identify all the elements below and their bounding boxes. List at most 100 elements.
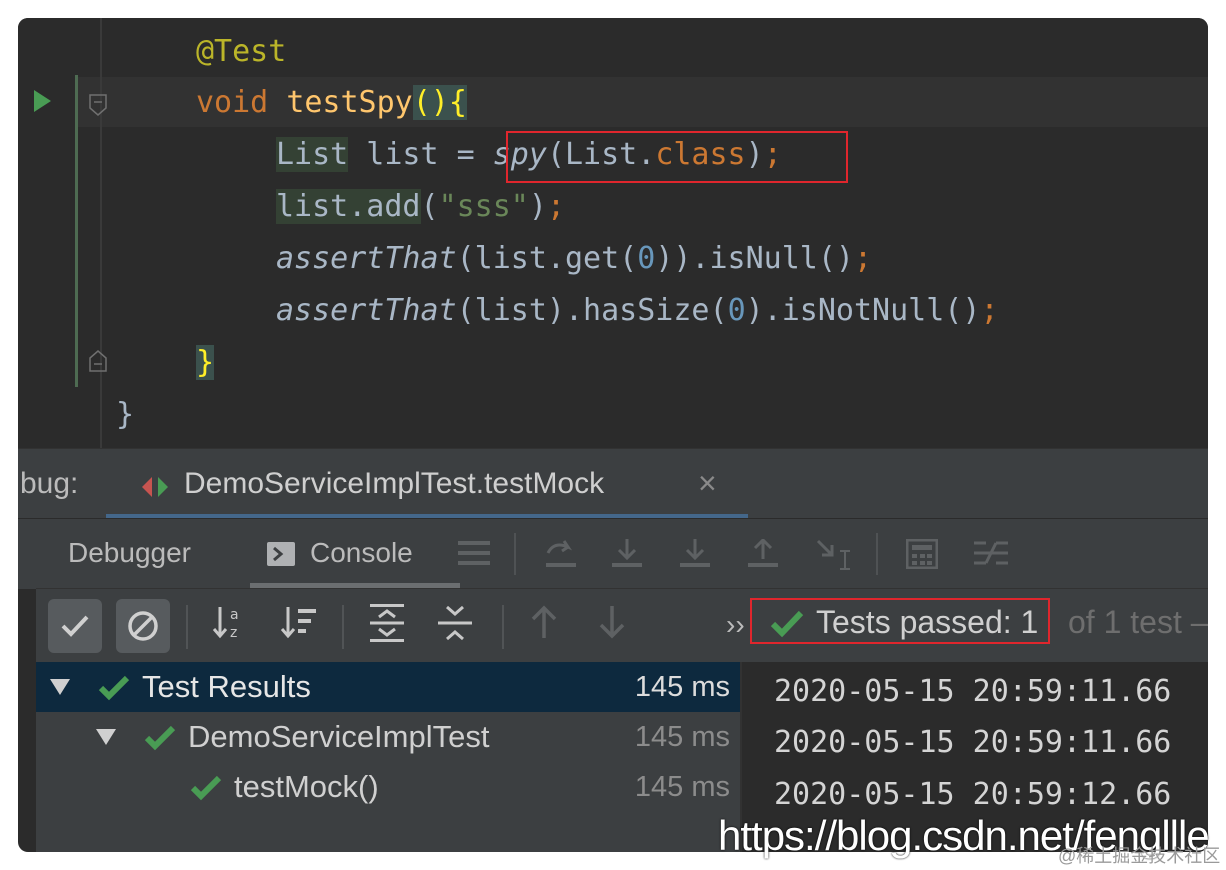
annotation-text: @Test [196, 34, 287, 69]
tab-debugger[interactable]: Debugger [68, 537, 191, 569]
code-editor[interactable]: @Test void testSpy(){ List list = spy(Li… [18, 18, 1208, 448]
var-decl: list = [348, 137, 493, 172]
expand-arrow-icon[interactable] [96, 729, 116, 745]
toolbar-separator [342, 605, 344, 649]
assert-arg: (list).hasSize( [456, 293, 728, 328]
close-tab-icon[interactable]: × [698, 465, 717, 502]
spy-call: spy [492, 137, 547, 172]
assert-arg: (list.get( [456, 241, 638, 276]
force-step-into-icon[interactable] [680, 539, 710, 574]
add-call: list.add [276, 189, 421, 224]
step-over-icon[interactable] [544, 539, 578, 574]
paren-close: ) [528, 189, 547, 224]
method-name: testSpy [286, 85, 413, 120]
tests-passed-check-icon [770, 609, 804, 644]
code-line-assert-null[interactable]: assertThat(list.get(0)).isNull(); [276, 233, 872, 285]
trace-current-stream-icon[interactable] [974, 539, 1008, 572]
code-line-close-class[interactable]: } [116, 389, 134, 441]
semicolon: ; [546, 189, 565, 224]
semicolon: ; [763, 137, 782, 172]
watermark-community: @稀土掘金技术社区 [1058, 846, 1221, 866]
show-passed-toggle[interactable] [48, 599, 102, 653]
spy-close: ) [745, 137, 764, 172]
tests-count-status: of 1 test – [1068, 604, 1208, 640]
spy-arg: (List. [546, 137, 656, 172]
code-line-spy[interactable]: List list = spy(List.class); [276, 129, 782, 181]
log-line: 2020-05-15 20:59:11.66 [774, 725, 1172, 760]
semicolon: ; [854, 241, 873, 276]
step-out-icon[interactable] [748, 537, 778, 574]
log-line: 2020-05-15 20:59:12.66 [774, 777, 1172, 812]
expand-all-icon[interactable] [370, 603, 404, 648]
tab-console[interactable]: Console [310, 537, 413, 569]
code-line-close-method[interactable]: } [196, 337, 215, 389]
debug-label: bug: [20, 467, 79, 500]
ide-window: @Test void testSpy(){ List list = spy(Li… [18, 18, 1208, 852]
expand-arrow-icon[interactable] [50, 679, 70, 695]
tree-row-method[interactable]: testMock() 145 ms [36, 762, 740, 812]
debugger-subtabs-bar: Debugger Console [18, 518, 1208, 589]
run-test-icon[interactable] [34, 90, 51, 112]
number-literal: 0 [727, 293, 746, 328]
duration: 145 ms [634, 671, 730, 703]
ignored-icon [128, 611, 158, 641]
toolbar-separator [502, 605, 504, 649]
duration: 145 ms [634, 721, 730, 753]
run-to-cursor-icon[interactable] [816, 539, 852, 576]
gutter-change-marker [75, 75, 78, 387]
assert-chain: )).isNull() [655, 241, 854, 276]
check-icon [61, 615, 89, 637]
sort-by-duration-icon[interactable] [280, 605, 318, 644]
method-parens: () [412, 85, 449, 120]
debug-toolwindow-header: bug: DemoServiceImplTest.testMock × [18, 448, 1208, 519]
fold-close-icon[interactable] [89, 350, 107, 372]
toolbar-separator [514, 533, 516, 575]
indent-guide [100, 18, 102, 448]
duration: 145 ms [634, 771, 730, 803]
method-close-brace: } [196, 345, 215, 380]
test-runner-toolbar: az ›› Tests passed: 1 of 1 test – [36, 588, 1208, 663]
previous-failed-arrow-icon[interactable] [530, 605, 558, 644]
code-line-annotation[interactable]: @Test [196, 26, 286, 78]
passed-check-icon [144, 724, 176, 757]
code-line-method[interactable]: void testSpy(){ [196, 77, 467, 129]
show-ignored-toggle[interactable] [116, 599, 170, 653]
log-line: 2020-05-15 20:59:11.66 [774, 674, 1172, 709]
step-into-icon[interactable] [612, 539, 642, 574]
keyword-class: class [655, 137, 746, 172]
toolbar-separator [186, 605, 188, 649]
tree-label: DemoServiceImplTest [188, 719, 490, 754]
evaluate-expression-icon[interactable] [905, 538, 939, 574]
sort-alphabetically-icon[interactable]: az [212, 603, 246, 646]
semicolon: ; [980, 293, 999, 328]
number-literal: 0 [637, 241, 656, 276]
debug-session-tab[interactable]: DemoServiceImplTest.testMock × [106, 449, 748, 519]
code-line-add[interactable]: list.add("sss"); [276, 181, 565, 233]
assert-call: assertThat [276, 293, 457, 328]
string-literal: "sss" [438, 189, 529, 224]
svg-text:a: a [230, 607, 239, 623]
more-actions-chevron[interactable]: ›› [726, 609, 745, 641]
assert-chain: ).isNotNull() [745, 293, 981, 328]
console-icon [266, 541, 296, 572]
fold-open-icon[interactable] [89, 94, 107, 116]
menu-lines-icon[interactable] [458, 539, 490, 572]
keyword-void: void [196, 85, 269, 120]
code-line-assert-size[interactable]: assertThat(list).hasSize(0).isNotNull(); [276, 285, 999, 337]
assert-call: assertThat [276, 241, 457, 276]
type-list: List [276, 137, 349, 172]
svg-text:z: z [230, 625, 237, 641]
passed-check-icon [98, 674, 130, 707]
debug-tab-title: DemoServiceImplTest.testMock [184, 467, 605, 500]
toolbar-separator [876, 533, 878, 575]
tree-row-root[interactable]: Test Results 145 ms [36, 662, 740, 712]
class-close-brace: } [116, 397, 135, 432]
tree-row-class[interactable]: DemoServiceImplTest 145 ms [36, 712, 740, 762]
passed-check-icon [190, 774, 222, 807]
method-open-brace: { [448, 85, 467, 120]
next-failed-arrow-icon[interactable] [598, 605, 626, 644]
junit-run-icon [140, 475, 172, 504]
test-results-tree: Test Results 145 ms DemoServiceImplTest … [36, 662, 740, 852]
tree-label: Test Results [142, 669, 311, 704]
collapse-all-icon[interactable] [438, 603, 472, 648]
